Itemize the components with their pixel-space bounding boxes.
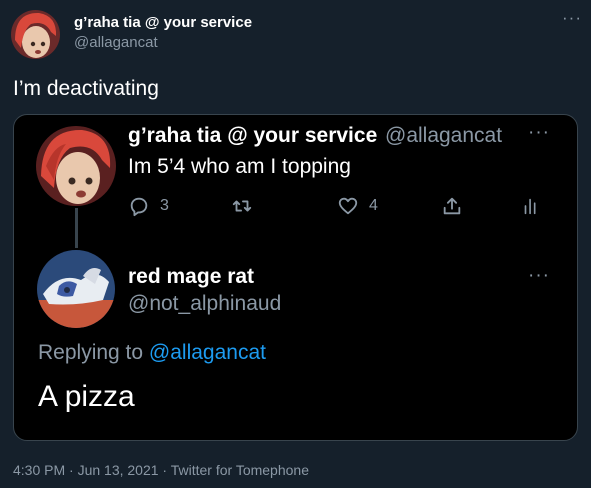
replying-to-prefix: Replying to	[38, 341, 149, 364]
quoted-author-name[interactable]: g’raha tia @ your service	[128, 124, 377, 148]
retweet-icon	[232, 200, 252, 212]
author-handle[interactable]: @allagancat	[74, 34, 158, 51]
analytics-icon	[524, 198, 536, 215]
like-action[interactable]: 4	[337, 194, 378, 218]
retweet-action[interactable]	[231, 194, 253, 218]
replying-to-line: Replying to @allagancat	[38, 341, 266, 365]
analytics-action[interactable]	[520, 194, 542, 218]
heart-icon	[338, 197, 358, 215]
reply-more-options-icon[interactable]: ···	[528, 265, 550, 287]
reply-author-handle[interactable]: @not_alphinaud	[128, 292, 281, 316]
reply-action[interactable]: 3	[128, 194, 169, 218]
reply-icon	[130, 197, 148, 217]
like-count: 4	[369, 197, 378, 214]
reply-count: 3	[160, 197, 169, 214]
thread-connector	[75, 208, 78, 248]
author-name[interactable]: g’raha tia @ your service	[74, 14, 252, 31]
quoted-author-handle[interactable]: @allagancat	[385, 124, 502, 148]
reply-text: A pizza	[38, 380, 135, 413]
avatar[interactable]	[11, 10, 60, 59]
reply-author-name[interactable]: red mage rat	[128, 265, 254, 289]
replying-to-link[interactable]: @allagancat	[149, 341, 266, 364]
tweet-text: I’m deactivating	[13, 77, 159, 100]
share-action[interactable]	[441, 194, 463, 218]
tweet-meta[interactable]: 4:30 PM · Jun 13, 2021 · Twitter for Tom…	[13, 462, 309, 478]
reply-avatar[interactable]	[37, 250, 115, 328]
quoted-tweet-text: Im 5’4 who am I topping	[128, 155, 351, 178]
more-options-icon[interactable]: ···	[562, 8, 582, 28]
share-icon	[443, 197, 461, 215]
quoted-avatar[interactable]	[36, 126, 116, 206]
quoted-more-options-icon[interactable]: ···	[528, 122, 550, 144]
